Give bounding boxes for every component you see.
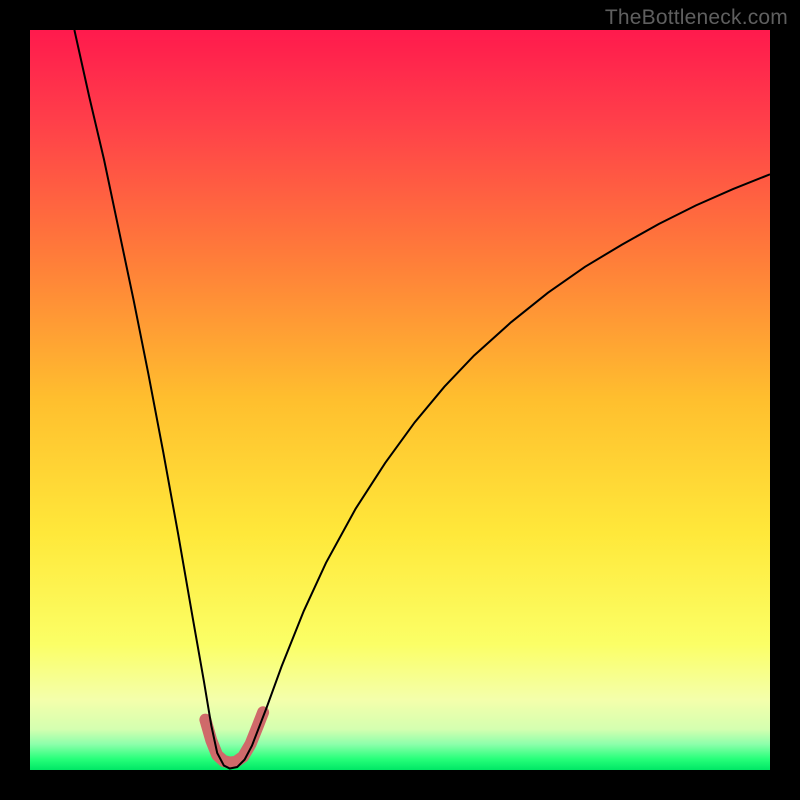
- watermark-text: TheBottleneck.com: [605, 6, 788, 30]
- chart-svg: [30, 30, 770, 770]
- chart-background: [30, 30, 770, 770]
